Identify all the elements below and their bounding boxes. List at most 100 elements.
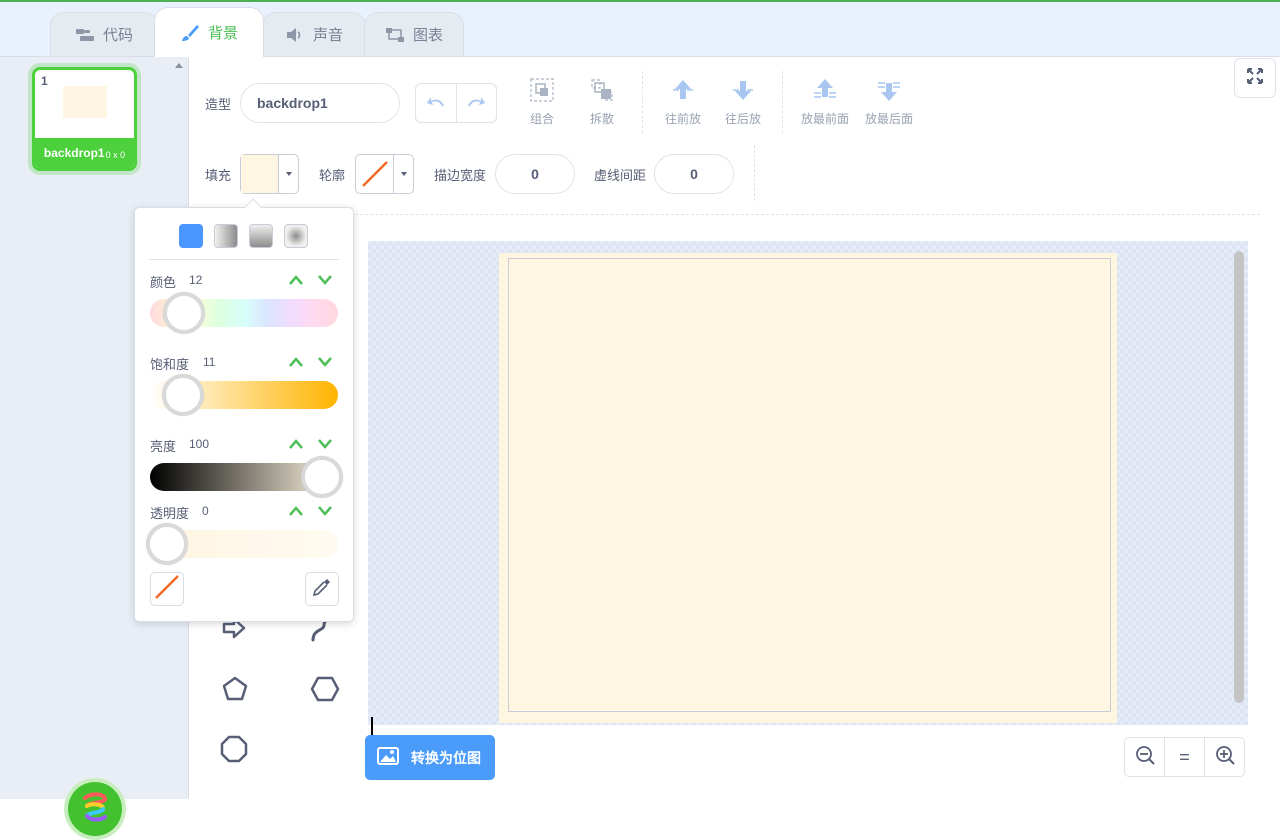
dash-gap-label: 虚线间距 — [594, 168, 647, 183]
forward-button[interactable]: 往前放 — [653, 77, 713, 127]
tab-code-label: 代码 — [102, 27, 133, 44]
convert-to-bitmap-button[interactable]: 转换为位图 — [365, 735, 495, 780]
horizontal-gradient-button[interactable] — [214, 224, 238, 248]
group-icon — [529, 77, 555, 106]
tab-chart-label: 图表 — [412, 27, 443, 44]
image-icon — [377, 747, 399, 768]
scroll-up-arrow-icon[interactable] — [175, 63, 183, 68]
ungroup-icon — [589, 77, 615, 106]
zoom-out-icon — [1135, 745, 1155, 770]
saturation-slider-handle[interactable] — [162, 374, 204, 416]
costume-item[interactable]: 1 backdrop1 0 x 0 — [32, 67, 137, 171]
group-label: 组合 — [529, 112, 554, 126]
fill-color-button[interactable] — [240, 154, 299, 194]
chevron-down-icon — [394, 155, 413, 193]
toolbar-divider — [754, 145, 755, 201]
chevron-down-icon[interactable] — [317, 274, 333, 286]
tab-code[interactable]: 代码 — [50, 12, 158, 56]
bring-to-front-icon — [811, 77, 839, 106]
toolbar-divider — [782, 71, 783, 133]
tab-sounds[interactable]: 声音 — [262, 12, 366, 56]
backdrop-fill — [499, 253, 1117, 723]
solid-fill-button[interactable] — [179, 224, 203, 248]
costume-name: backdrop1 — [43, 146, 105, 160]
stage-boundary — [508, 258, 1111, 712]
fill-color-swatch — [241, 155, 279, 193]
zoom-in-button[interactable] — [1205, 738, 1244, 776]
fill-mode-selector — [179, 224, 308, 248]
outline-color-button[interactable] — [355, 154, 414, 194]
fill-label: 填充 — [205, 168, 232, 183]
speaker-icon — [285, 27, 305, 43]
chevron-up-icon[interactable] — [288, 356, 304, 368]
zoom-reset-button[interactable]: = — [1165, 738, 1205, 776]
text-cursor — [371, 717, 373, 735]
ungroup-label: 拆散 — [589, 112, 614, 126]
octagon-shape-tool[interactable] — [220, 735, 248, 768]
tab-sounds-label: 声音 — [312, 27, 343, 44]
costume-size: 0 x 0 — [105, 150, 126, 160]
costume-number: 1 — [41, 74, 48, 88]
no-color-icon — [153, 573, 181, 606]
fullscreen-button[interactable] — [1234, 58, 1276, 98]
costume-name-input[interactable]: backdrop1 — [240, 83, 400, 123]
chevron-down-icon[interactable] — [317, 356, 333, 368]
vertical-gradient-button[interactable] — [249, 224, 273, 248]
back-label: 放最后面 — [864, 112, 913, 126]
no-color-button[interactable] — [150, 572, 184, 606]
chevron-up-icon[interactable] — [288, 438, 304, 450]
transparency-slider-handle[interactable] — [146, 523, 188, 565]
group-button[interactable]: 组合 — [512, 77, 572, 127]
hexagon-shape-tool[interactable] — [310, 675, 340, 708]
brightness-label: 亮度 — [150, 439, 177, 454]
back-button[interactable]: 放最后面 — [859, 77, 919, 127]
brightness-slider-handle[interactable] — [301, 456, 343, 498]
zoom-controls: = — [1124, 737, 1245, 777]
stroke-width-input[interactable]: 0 — [495, 154, 575, 194]
hue-value: 12 — [189, 273, 203, 287]
tab-backdrop[interactable]: 背景 — [154, 7, 264, 57]
costume-label: backdrop1 0 x 0 — [35, 138, 134, 168]
popover-divider — [149, 259, 339, 260]
diagram-icon — [385, 27, 405, 43]
radial-gradient-button[interactable] — [284, 224, 308, 248]
undo-button[interactable] — [416, 84, 457, 122]
add-backdrop-button[interactable] — [64, 778, 126, 840]
chevron-down-icon[interactable] — [317, 505, 333, 517]
color-picker-popover: 颜色 12 饱和度 11 亮度 100 透明度 0 — [134, 198, 354, 622]
zoom-out-button[interactable] — [1125, 738, 1165, 776]
backward-label: 往后放 — [724, 112, 761, 126]
redo-button[interactable] — [457, 84, 497, 122]
chevron-up-icon[interactable] — [288, 274, 304, 286]
paintbrush-icon — [180, 24, 200, 42]
canvas-scrollbar[interactable] — [1234, 251, 1244, 703]
backward-button[interactable]: 往后放 — [713, 77, 773, 127]
tab-chart[interactable]: 图表 — [364, 12, 464, 56]
saturation-label: 饱和度 — [150, 357, 190, 372]
hue-label: 颜色 — [150, 275, 177, 290]
send-to-back-icon — [875, 77, 903, 106]
ungroup-button[interactable]: 拆散 — [572, 77, 632, 127]
undo-icon — [426, 94, 446, 113]
hue-slider-handle[interactable] — [163, 292, 205, 334]
no-color-icon — [356, 155, 394, 193]
chevron-up-icon[interactable] — [288, 505, 304, 517]
costume-name-label: 造型 — [205, 97, 232, 112]
dash-gap-input[interactable]: 0 — [654, 154, 734, 194]
stroke-width-label: 描边宽度 — [434, 168, 487, 183]
forward-label: 往前放 — [664, 112, 701, 126]
code-blocks-icon — [75, 28, 95, 42]
arrow-up-icon — [670, 77, 696, 106]
eyedropper-button[interactable] — [305, 572, 339, 606]
drawing-canvas[interactable] — [368, 241, 1248, 725]
tab-backdrop-label: 背景 — [207, 25, 238, 42]
pentagon-shape-tool[interactable] — [221, 675, 249, 708]
zoom-reset-label: = — [1179, 746, 1190, 767]
front-label: 放最前面 — [800, 112, 849, 126]
toolbar-divider — [642, 71, 643, 133]
front-button[interactable]: 放最前面 — [795, 77, 855, 127]
chevron-down-icon[interactable] — [317, 438, 333, 450]
eyedropper-icon — [312, 577, 332, 602]
paint-swirl-icon — [79, 790, 111, 829]
chevron-down-icon — [279, 155, 298, 193]
